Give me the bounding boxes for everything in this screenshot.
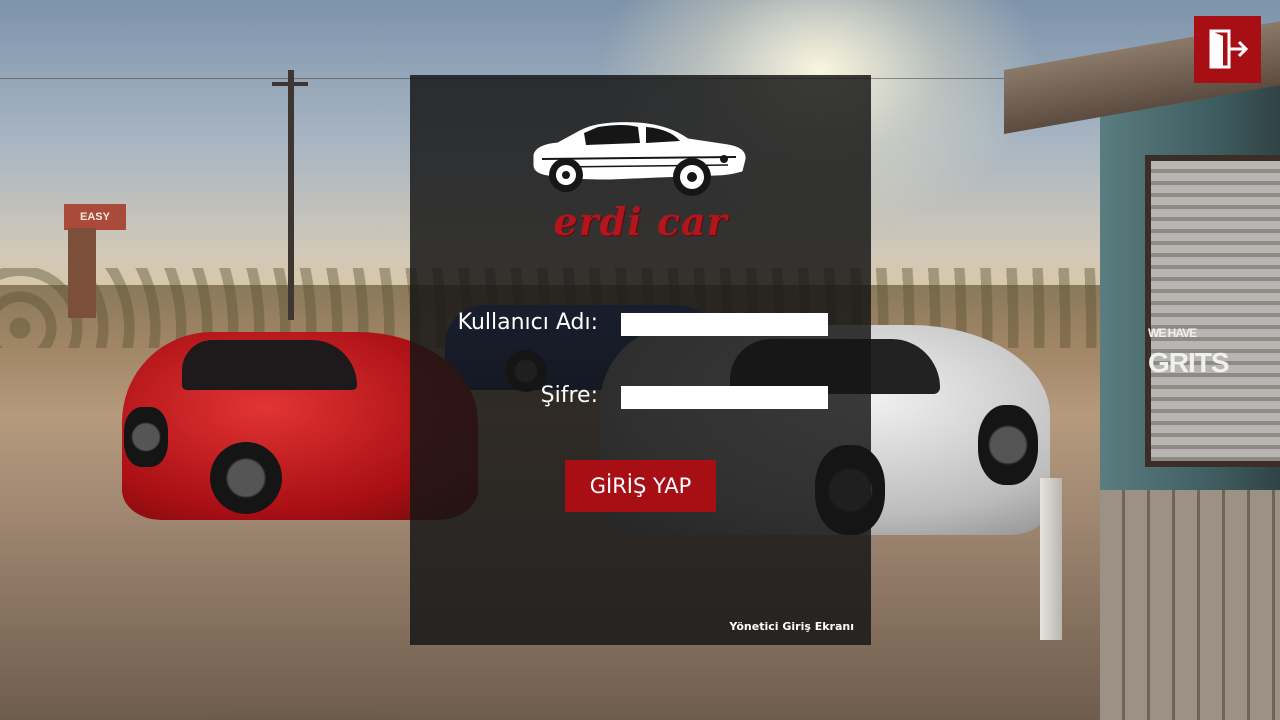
roadside-sign-pole <box>68 228 96 318</box>
white-post <box>1040 478 1062 640</box>
username-input[interactable] <box>621 313 828 336</box>
power-pole-crossbar <box>272 82 308 86</box>
roadside-sign-board: EASY <box>64 204 126 230</box>
exit-icon <box>1209 29 1249 69</box>
login-panel: erdi car Kullanıcı Adı: Şifre: GİRİŞ YAP… <box>410 75 871 645</box>
window-sign-big-text: GRITS <box>1148 347 1230 378</box>
white-car-wheel <box>978 405 1038 485</box>
password-input[interactable] <box>621 386 828 409</box>
roadside-sign: EASY <box>56 198 126 318</box>
shack-window-sign: WE HAVE GRITS <box>1148 315 1278 378</box>
password-label: Şifre: <box>540 383 598 408</box>
admin-screen-label: Yönetici Giriş Ekranı <box>729 620 854 633</box>
window-sign-small-text: WE HAVE <box>1148 325 1197 340</box>
car-logo-icon <box>533 122 746 196</box>
login-button[interactable]: GİRİŞ YAP <box>565 460 716 512</box>
brand-name: erdi car <box>553 199 728 244</box>
red-car-windshield <box>182 340 357 390</box>
red-car-wheel <box>210 442 282 514</box>
wooden-shack: WE HAVE GRITS <box>1004 17 1280 720</box>
red-car-wheel <box>124 407 168 467</box>
shack-window <box>1145 155 1280 467</box>
exit-button[interactable] <box>1194 16 1261 83</box>
brand-logo: erdi car <box>528 117 753 245</box>
power-pole <box>288 70 294 320</box>
shack-planks <box>1100 490 1280 720</box>
username-label: Kullanıcı Adı: <box>457 310 598 335</box>
